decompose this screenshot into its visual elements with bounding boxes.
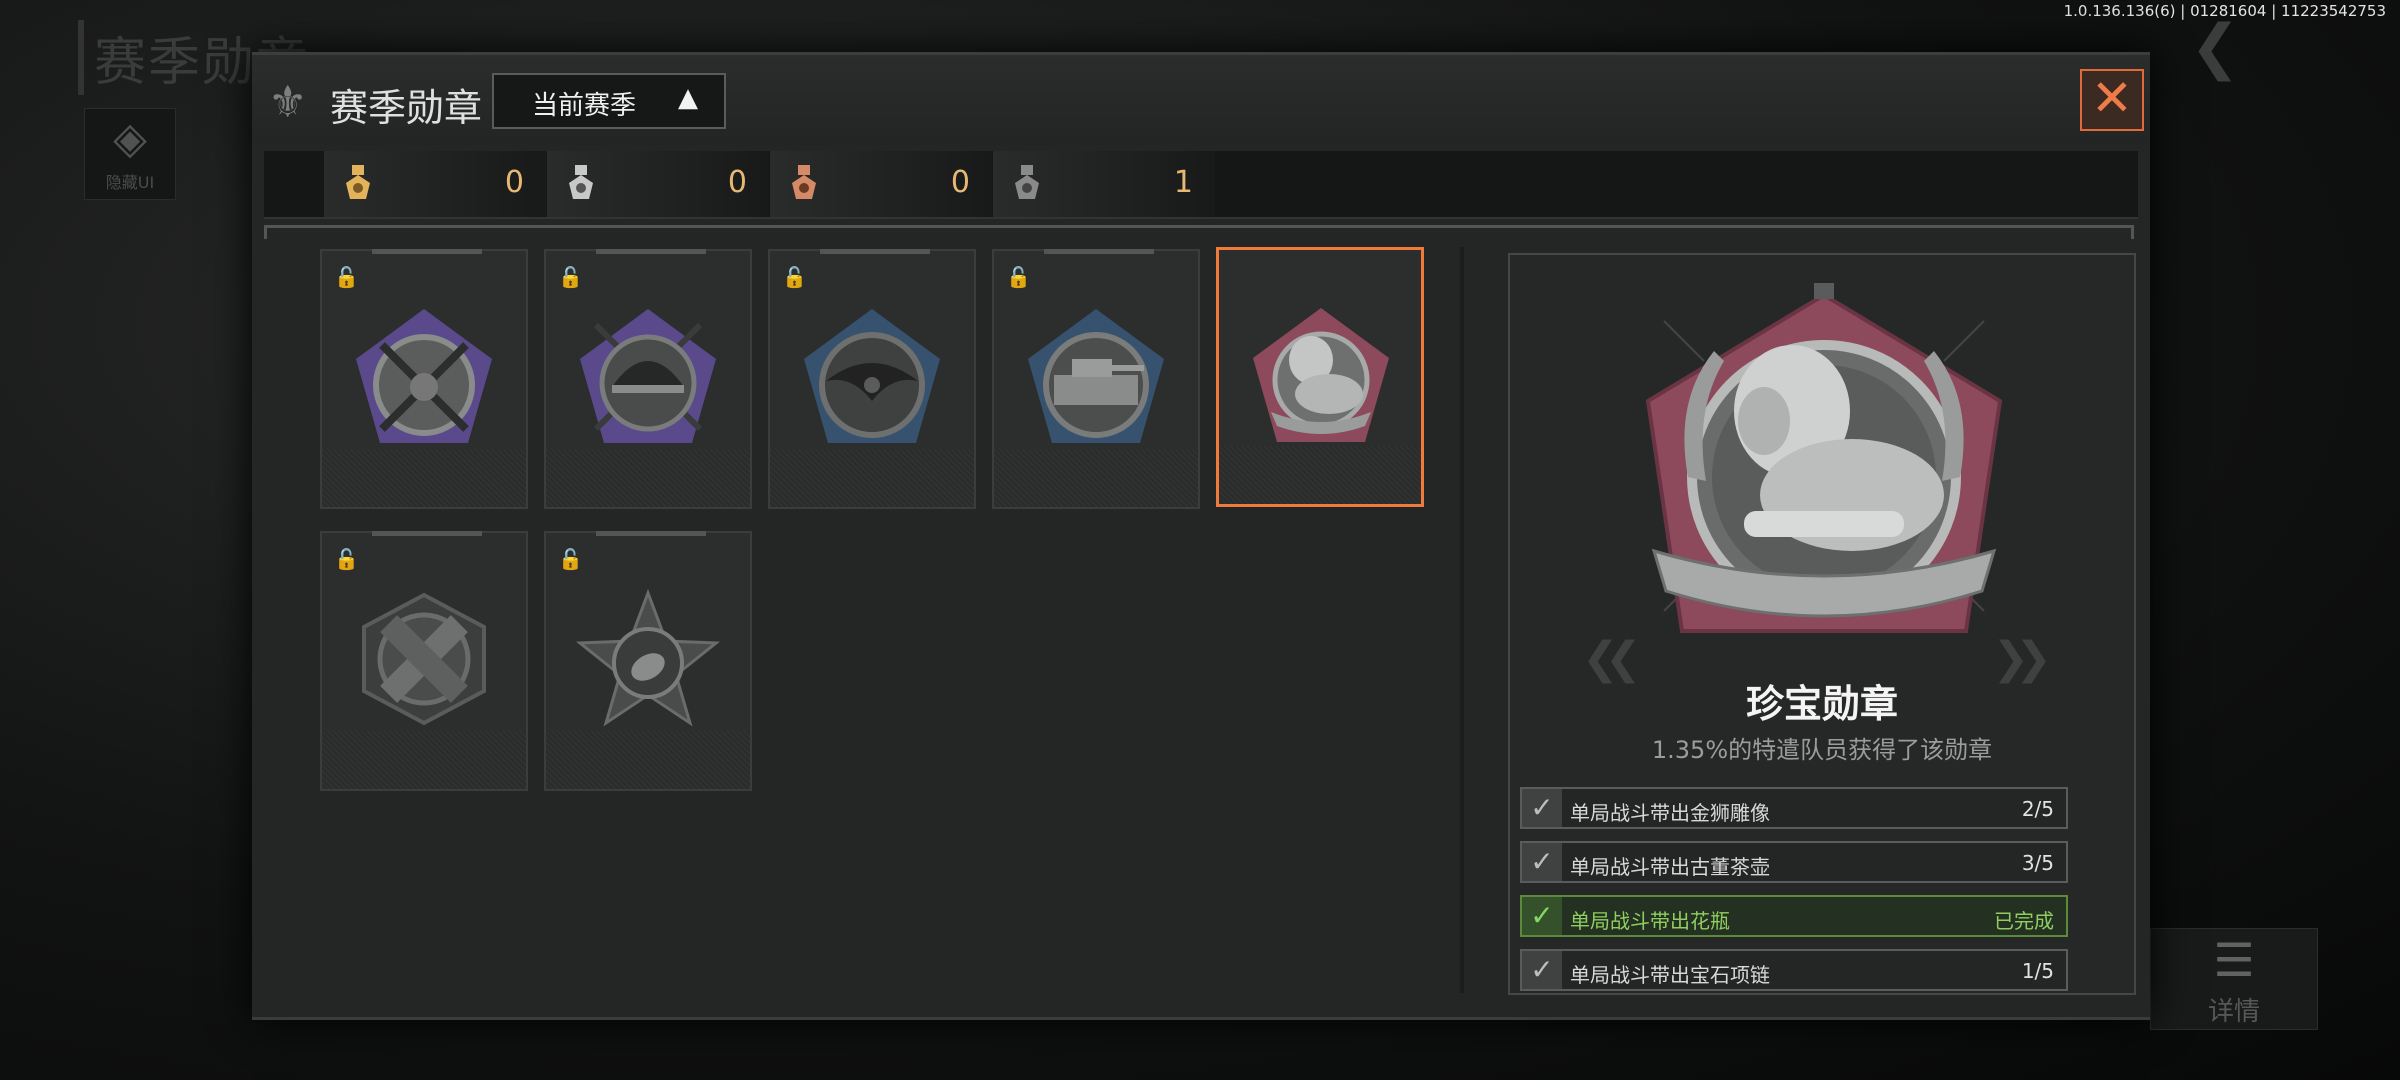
task-progress: 1/5: [2021, 959, 2054, 983]
medal-obtain-rate: 1.35%的特遣队员获得了该勋章: [1651, 736, 1993, 764]
back-button[interactable]: ❮: [2190, 17, 2310, 77]
medal-name: 珍宝勋章: [1745, 682, 1898, 726]
tank-medal-icon: [1028, 309, 1164, 443]
lion-medal-large-icon: [1645, 283, 2003, 633]
rank-count-value: 0: [950, 165, 970, 200]
silver-rank-icon: [569, 165, 593, 199]
medal-card[interactable]: 🔓: [320, 249, 528, 509]
list-icon: ☰: [2213, 933, 2255, 987]
chevron-left-icon: ❮: [2190, 12, 2241, 82]
detail-label: 详情: [2207, 997, 2260, 1027]
task-label: 单局战斗带出金狮雕像: [1570, 801, 1770, 825]
hide-ui-label: 隐藏UI: [105, 173, 155, 192]
lock-icon: 🔓: [334, 265, 359, 289]
rank-count-bronze: 0: [770, 151, 992, 217]
check-icon: ✓: [1522, 843, 1562, 881]
rank-count-gold: 0: [324, 151, 546, 217]
medal-card[interactable]: 🔓: [544, 531, 752, 791]
check-icon: ✓: [1522, 789, 1562, 827]
medal-card[interactable]: 🔓: [768, 249, 976, 509]
panel-divider: [1460, 247, 1464, 993]
rank-count-value: 1: [1173, 165, 1193, 200]
rank-count-gray: 1: [993, 151, 1215, 217]
season-dropdown-label: 当前赛季: [532, 91, 637, 121]
gold-rank-icon: [346, 165, 370, 199]
crossed-bars-medal-icon: [362, 592, 486, 726]
task-label: 单局战斗带出宝石项链: [1570, 963, 1770, 987]
rank-count-value: 0: [727, 165, 747, 200]
rank-count-value: 0: [504, 165, 524, 200]
task-label: 单局战斗带出花瓶: [1570, 909, 1730, 933]
helmet-medal-icon: [580, 309, 716, 443]
lock-icon: 🔓: [1006, 265, 1031, 289]
task-item-completed: ✓ 单局战斗带出花瓶 已完成: [1520, 895, 2068, 937]
lock-icon: 🔓: [782, 265, 807, 289]
panel-title: 赛季勋章: [330, 86, 483, 130]
lock-icon: 🔓: [334, 547, 359, 571]
eagle-medal-icon: [804, 309, 940, 443]
task-item: ✓ 单局战斗带出宝石项链 1/5: [1520, 949, 2068, 991]
panel-header: ⚜ 赛季勋章 当前赛季 ▲ ✕: [252, 55, 2150, 145]
medal-card-selected[interactable]: [1216, 247, 1424, 507]
task-progress: 3/5: [2021, 851, 2054, 875]
lock-icon: 🔓: [558, 547, 583, 571]
medal-card[interactable]: 🔓: [992, 249, 1200, 509]
rank-count-silver: 0: [547, 151, 769, 217]
medal-card[interactable]: 🔓: [544, 249, 752, 509]
lion-medal-icon: [1253, 308, 1389, 442]
season-medal-panel: ⚜ 赛季勋章 当前赛季 ▲ ✕ 0 0 0 1 🔓 🔓 🔓 🔓 🔓 🔓 ❮❮ ❯…: [252, 52, 2150, 1020]
task-item: ✓ 单局战斗带出古董茶壶 3/5: [1520, 841, 2068, 883]
medal-detail-panel: ❮❮ ❯❯ 珍宝勋章 1.35%的特遣队员获得了该勋章 ✓ 单局战斗带出金狮雕像…: [1508, 253, 2136, 995]
check-icon: ✓: [1522, 897, 1562, 935]
close-button[interactable]: ✕: [2080, 69, 2144, 131]
lock-icon: 🔓: [558, 265, 583, 289]
rank-counts-bar: 0 0 0 1: [264, 151, 2138, 219]
hide-ui-button[interactable]: ◈ 隐藏UI: [84, 108, 176, 200]
medal-card[interactable]: 🔓: [320, 531, 528, 791]
close-icon: ✕: [2091, 69, 2133, 127]
task-progress: 已完成: [1994, 909, 2054, 933]
version-info: 1.0.136.136(6) | 01281604 | 11223542753: [2063, 2, 2386, 20]
bronze-rank-icon: [792, 165, 816, 199]
grenade-star-medal-icon: [576, 588, 720, 727]
task-label: 单局战斗带出古董茶壶: [1570, 855, 1770, 879]
crossed-rifles-medal-icon: [356, 309, 492, 443]
season-dropdown[interactable]: 当前赛季 ▲: [492, 73, 726, 129]
eye-slash-icon: ◈: [113, 113, 147, 164]
gray-rank-icon: [1015, 165, 1039, 199]
detail-button[interactable]: ☰ 详情: [2150, 928, 2318, 1030]
task-progress: 2/5: [2021, 797, 2054, 821]
wings-emblem-icon: ⚜: [268, 77, 308, 128]
chevron-up-icon: ▲: [678, 83, 698, 113]
grid-rail: [264, 225, 2134, 239]
task-item: ✓ 单局战斗带出金狮雕像 2/5: [1520, 787, 2068, 829]
check-icon: ✓: [1522, 951, 1562, 989]
